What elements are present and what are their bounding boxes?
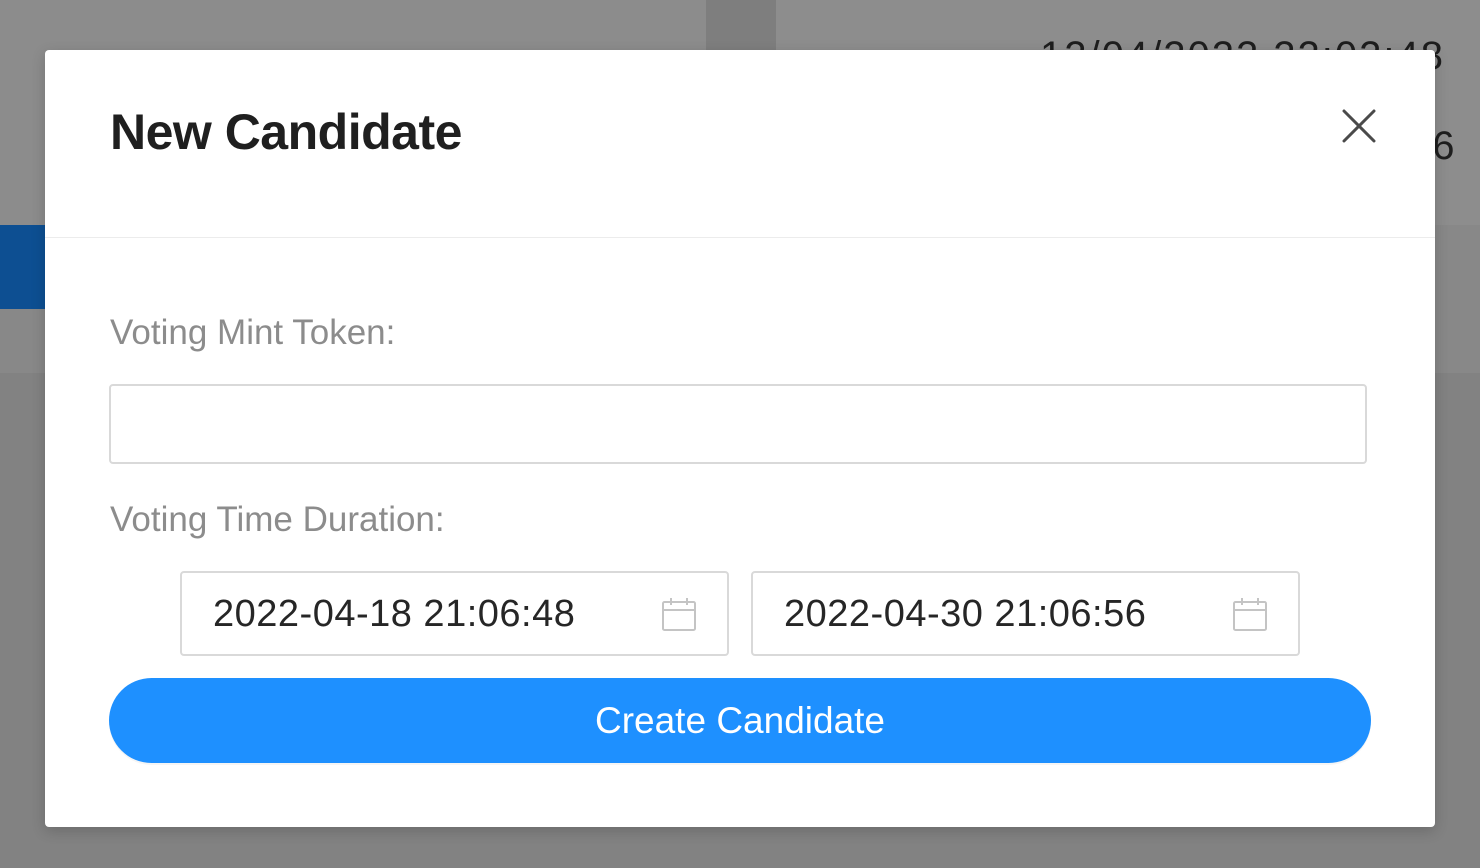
mint-token-input[interactable] <box>109 384 1367 464</box>
create-candidate-button[interactable]: Create Candidate <box>109 678 1371 763</box>
end-date-picker[interactable]: 2022-04-30 21:06:56 <box>751 571 1300 656</box>
calendar-icon <box>661 596 697 632</box>
end-date-value: 2022-04-30 21:06:56 <box>784 593 1147 635</box>
mint-token-label: Voting Mint Token: <box>110 313 396 352</box>
new-candidate-modal: New Candidate Voting Mint Token: Voting … <box>45 50 1435 827</box>
modal-title: New Candidate <box>110 104 462 160</box>
calendar-icon <box>1232 596 1268 632</box>
start-date-picker[interactable]: 2022-04-18 21:06:48 <box>180 571 729 656</box>
close-button[interactable] <box>1341 108 1377 144</box>
duration-label: Voting Time Duration: <box>110 500 445 539</box>
modal-header: New Candidate <box>45 50 1435 238</box>
background-accent-bar <box>0 225 46 309</box>
start-date-value: 2022-04-18 21:06:48 <box>213 593 576 635</box>
close-icon <box>1342 109 1376 143</box>
